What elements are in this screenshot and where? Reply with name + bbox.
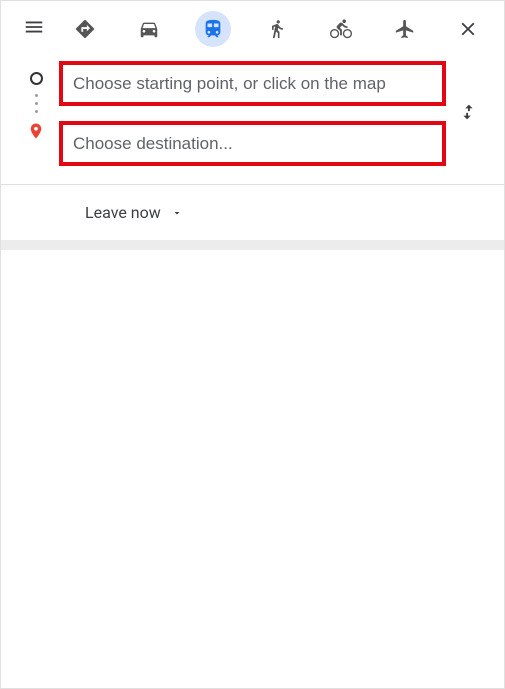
starting-point-field [59,61,446,106]
schedule-label: Leave now [85,203,161,222]
close-icon [457,18,479,40]
destination-input[interactable] [63,125,442,162]
mode-transit[interactable] [195,11,231,47]
mode-walking[interactable] [259,11,295,47]
swap-icon [457,101,479,123]
destination-marker-icon [27,122,45,144]
start-marker-icon [30,72,43,85]
mode-driving[interactable] [131,11,167,47]
swap-button[interactable] [457,101,479,127]
input-fields [49,61,446,166]
directions-icon [74,18,96,40]
mode-cycling[interactable] [323,11,359,47]
train-icon [202,18,224,40]
route-dots-icon [35,94,38,113]
mode-flights[interactable] [387,11,423,47]
hamburger-icon [23,16,45,38]
directions-inputs [1,55,504,184]
mode-best[interactable] [67,11,103,47]
walk-icon [267,18,287,40]
waypoint-markers [23,61,49,166]
plane-icon [394,18,416,40]
car-icon [138,18,160,40]
schedule-dropdown[interactable]: Leave now [1,185,504,240]
destination-field [59,121,446,166]
close-button[interactable] [450,11,486,47]
dropdown-arrow-icon [171,207,183,219]
bike-icon [329,18,353,40]
travel-mode-row [67,11,428,47]
menu-button[interactable] [23,16,45,42]
content-separator [1,240,504,250]
starting-point-input[interactable] [63,65,442,102]
